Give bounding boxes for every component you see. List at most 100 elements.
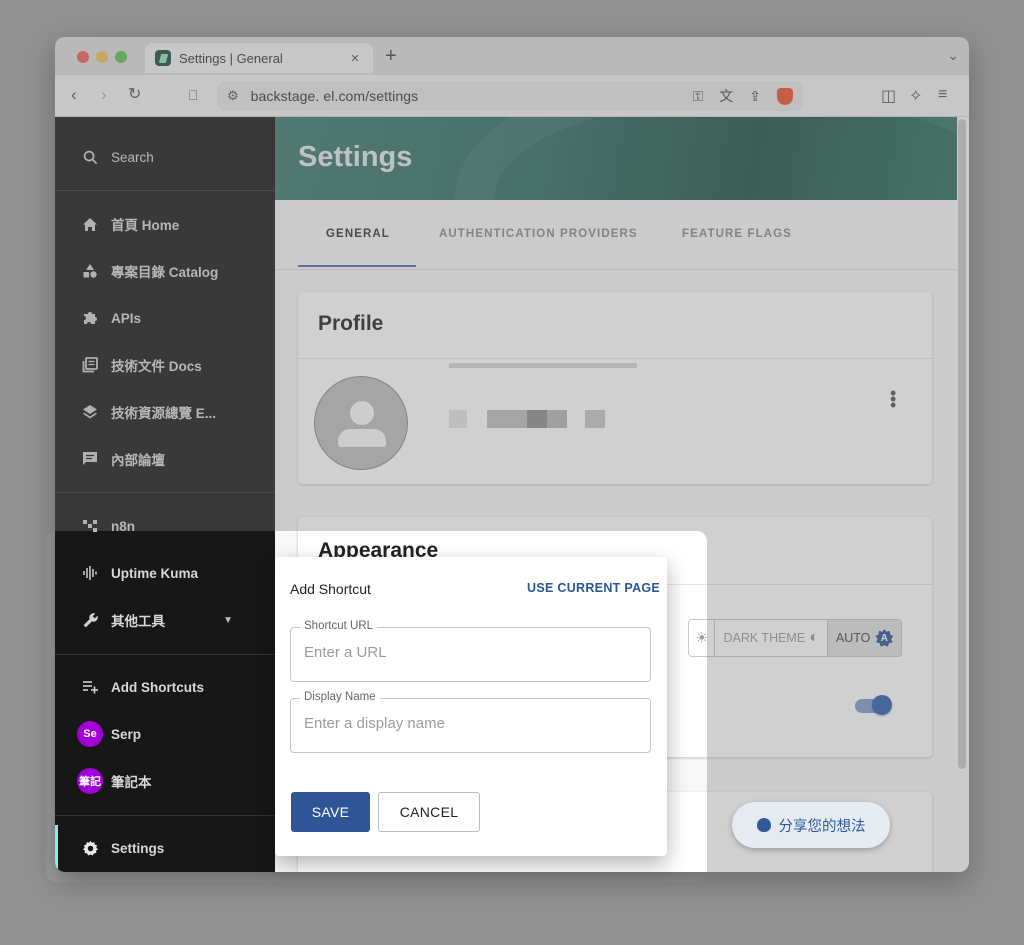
dark-theme-button[interactable]: DARK THEME ◐ — [715, 620, 828, 656]
site-settings-icon[interactable]: ⚙ — [227, 88, 239, 104]
playlist-add-icon — [81, 678, 99, 696]
tab-list-chevron-icon[interactable]: ⌄ — [947, 47, 959, 64]
forward-icon[interactable]: › — [101, 86, 107, 104]
sidebar-add-shortcuts[interactable]: Add Shortcuts — [55, 665, 275, 709]
close-window-button[interactable] — [77, 51, 89, 63]
workflow-icon — [81, 517, 99, 535]
home-icon — [81, 215, 99, 233]
dialog-title: Add Shortcut — [290, 581, 371, 597]
address-bar[interactable]: ⚙ backstage. el.com/settings ⚿ 文 ⇪ — [217, 81, 803, 111]
save-button[interactable]: SAVE — [291, 792, 370, 832]
shortcut-notebook[interactable]: 筆記 筆記本 — [55, 759, 275, 803]
sidebar-item-apis[interactable]: APIs — [55, 296, 275, 340]
new-tab-button[interactable]: + — [385, 45, 397, 68]
sidebar-item-uptime-kuma[interactable]: Uptime Kuma — [55, 551, 275, 595]
sidebar-toggle-icon[interactable]: ◫ — [881, 86, 896, 106]
key-icon[interactable]: ⚿ — [693, 88, 704, 105]
page-header: Settings — [275, 117, 957, 200]
reload-icon[interactable]: ↻ — [128, 86, 141, 104]
tab-general[interactable]: GENERAL — [326, 200, 390, 268]
extension-icon — [81, 309, 99, 327]
feedback-label: 分享您的想法 — [778, 818, 866, 835]
tab-feature-flags[interactable]: FEATURE FLAGS — [682, 200, 792, 268]
settings-tabs: GENERAL AUTHENTICATION PROVIDERS FEATURE… — [275, 200, 957, 270]
gear-icon — [81, 839, 99, 857]
use-current-page-button[interactable]: USE CURRENT PAGE — [527, 581, 660, 595]
page-scrollbar[interactable] — [958, 119, 966, 769]
sidebar-divider — [55, 190, 275, 191]
sidebar-item-home[interactable]: 首頁 Home — [55, 202, 275, 246]
display-name-input[interactable] — [304, 715, 634, 732]
browser-tab[interactable]: Settings | General × — [145, 43, 373, 73]
tab-indicator — [298, 265, 416, 267]
expand-arrow-icon[interactable]: ▼ — [223, 615, 233, 626]
shortcut-label: Serp — [111, 726, 142, 742]
sidebar-divider — [55, 654, 275, 655]
browser-toolbar: ‹ › ↻ ⎕ ⚙ backstage. el.com/settings ⚿ 文… — [55, 75, 969, 117]
sidebar-item-explore[interactable]: 技術資源總覽 E... — [55, 390, 275, 434]
sidebar-item-forum[interactable]: 內部論壇 — [55, 437, 275, 481]
sidebar-item-label: 首頁 Home — [111, 218, 180, 233]
backstage-favicon-icon — [155, 50, 171, 66]
sidebar-item-label: 內部論壇 — [111, 453, 165, 468]
shortcut-avatar: 筆記 — [77, 768, 103, 794]
avatar — [314, 376, 408, 470]
tab-authentication-providers[interactable]: AUTHENTICATION PROVIDERS — [439, 200, 638, 268]
dark-theme-label: DARK THEME — [723, 631, 806, 645]
tab-bar: Settings | General × + ⌄ — [55, 37, 969, 75]
sidebar-item-label: 技術資源總覽 E... — [111, 406, 217, 421]
light-theme-button[interactable]: ☀ — [689, 620, 716, 656]
share-icon[interactable]: ⇪ — [749, 88, 761, 105]
card-divider — [298, 358, 932, 359]
maximize-window-button[interactable] — [115, 51, 127, 63]
library-books-icon — [81, 356, 99, 374]
toggle-thumb[interactable] — [872, 695, 892, 715]
feedback-button[interactable]: 分享您的想法 — [732, 802, 890, 848]
sidebar-item-catalog[interactable]: 專案目錄 Catalog — [55, 249, 275, 293]
sidebar-item-other-tools[interactable]: 其他工具 ▼ — [55, 598, 275, 642]
bookmark-icon[interactable]: ⎕ — [189, 86, 197, 104]
sidebar-divider — [55, 815, 275, 816]
tab-close-icon[interactable]: × — [347, 50, 363, 67]
back-icon[interactable]: ‹ — [71, 86, 77, 104]
sidebar-divider — [55, 492, 275, 493]
auto-theme-label: AUTO — [835, 631, 871, 645]
moon-icon: ◐ — [809, 629, 819, 646]
sidebar-item-label: 專案目錄 Catalog — [111, 265, 219, 280]
sidebar-item-label: 其他工具 — [111, 614, 165, 629]
sidebar-search-label: Search — [111, 149, 154, 165]
url-text[interactable]: backstage. el.com/settings — [251, 88, 677, 104]
more-vert-icon[interactable]: • • • — [890, 384, 896, 414]
wrench-icon — [81, 611, 99, 629]
page-title: Settings — [298, 141, 413, 173]
layers-icon — [81, 403, 99, 421]
display-name-label: Display Name — [300, 691, 380, 703]
add-shortcuts-label: Add Shortcuts — [111, 679, 204, 695]
display-name-field[interactable]: Display Name — [290, 691, 651, 753]
search-icon — [81, 148, 99, 166]
shortcut-serp[interactable]: Se Serp — [55, 712, 275, 756]
theme-toggle-group: ☀ DARK THEME ◐ AUTO A — [688, 619, 903, 657]
translate-icon[interactable]: 文 — [719, 86, 733, 106]
brave-shield-icon[interactable] — [777, 87, 793, 105]
redacted-email — [449, 363, 637, 368]
sidebar-item-label: APIs — [111, 310, 142, 326]
add-shortcut-dialog: Add Shortcut USE CURRENT PAGE Shortcut U… — [275, 557, 667, 856]
minimize-window-button[interactable] — [96, 51, 108, 63]
sidebar-item-n8n[interactable]: n8n — [55, 504, 275, 548]
sidebar-item-label: Settings — [111, 840, 165, 856]
sidebar-item-settings[interactable]: Settings — [55, 826, 275, 870]
leo-ai-icon[interactable]: ✧ — [909, 86, 922, 106]
cancel-button[interactable]: CANCEL — [378, 792, 480, 832]
bug-icon — [756, 818, 771, 832]
tab-title: Settings | General — [179, 50, 283, 66]
sidebar-item-docs[interactable]: 技術文件 Docs — [55, 343, 275, 387]
menu-icon[interactable]: ≡ — [938, 86, 947, 104]
shortcut-url-input[interactable] — [304, 644, 634, 661]
sidebar-search[interactable]: Search — [55, 135, 275, 179]
forum-icon — [81, 450, 99, 468]
shortcut-url-field[interactable]: Shortcut URL — [290, 620, 651, 682]
shortcut-label: 筆記本 — [111, 775, 152, 790]
auto-theme-button[interactable]: AUTO A — [827, 620, 902, 656]
sidebar-item-label: 技術文件 Docs — [111, 359, 202, 374]
